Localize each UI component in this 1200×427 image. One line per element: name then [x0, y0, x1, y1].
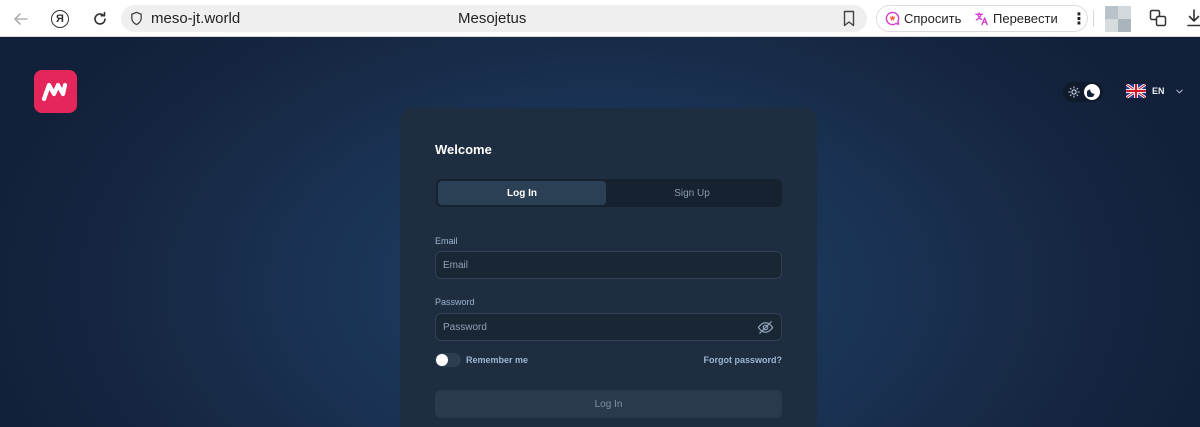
language-code: EN	[1152, 86, 1165, 96]
password-label: Password	[435, 297, 475, 307]
tab-title: Mesojetus	[458, 10, 527, 27]
translate-button[interactable]: Перевести	[974, 11, 1058, 26]
profile-avatar[interactable]	[1105, 6, 1131, 32]
more-vertical-icon: ⋮	[1071, 11, 1087, 28]
theme-toggle-knob	[1084, 84, 1100, 100]
download-icon[interactable]	[1186, 8, 1200, 28]
extensions-icon[interactable]	[1149, 9, 1167, 27]
toolbar-divider	[1093, 10, 1094, 27]
email-field[interactable]: Email	[435, 251, 782, 279]
page-background: EN Welcome Log In Sign Up Email Email Pa…	[0, 37, 1200, 427]
remember-me-switch[interactable]	[435, 353, 461, 367]
translate-icon	[975, 12, 988, 26]
email-placeholder: Email	[443, 260, 469, 271]
ask-button[interactable]: Спросить	[885, 11, 961, 26]
language-selector[interactable]: EN	[1126, 84, 1184, 98]
eye-off-icon[interactable]	[757, 319, 774, 336]
moon-icon	[1087, 89, 1095, 97]
remember-me-label[interactable]: Remember me	[466, 355, 528, 365]
arrow-left-icon	[14, 13, 28, 25]
bookmark-icon[interactable]	[841, 10, 857, 27]
ask-label: Спросить	[904, 11, 962, 26]
address-bar[interactable]: meso-jt.world Mesojetus	[121, 5, 867, 32]
card-title: Welcome	[435, 142, 492, 157]
log-in-button[interactable]: Log In	[435, 390, 782, 418]
tab-sign-up[interactable]: Sign Up	[608, 181, 776, 205]
reload-button[interactable]	[88, 7, 112, 31]
alice-chat-icon	[885, 11, 900, 26]
back-button[interactable]	[9, 7, 33, 31]
yandex-button[interactable]: Я	[48, 7, 72, 31]
chevron-down-icon	[1175, 89, 1183, 93]
browser-toolbar: Я meso-jt.world Mesojetus Спросить Перев…	[0, 0, 1200, 37]
password-field[interactable]: Password	[435, 313, 782, 341]
yandex-icon: Я	[51, 10, 69, 28]
tab-log-in[interactable]: Log In	[438, 181, 606, 205]
shield-icon[interactable]	[129, 11, 144, 26]
translate-label: Перевести	[993, 11, 1058, 26]
logo-mark	[41, 82, 67, 101]
uk-flag-icon	[1126, 84, 1146, 98]
forgot-password-link[interactable]: Forgot password?	[704, 355, 783, 365]
login-card: Welcome Log In Sign Up Email Email Passw…	[400, 108, 817, 427]
theme-toggle[interactable]	[1063, 82, 1103, 102]
email-label: Email	[435, 236, 458, 246]
reload-icon	[94, 11, 106, 25]
sun-icon	[1068, 86, 1080, 98]
auth-tabs: Log In Sign Up	[436, 179, 782, 207]
more-button[interactable]: ⋮	[1071, 9, 1087, 29]
switch-knob	[436, 354, 448, 366]
mesojetus-logo-icon[interactable]	[34, 70, 77, 113]
password-placeholder: Password	[443, 322, 487, 333]
ai-actions-bar: Спросить Перевести ⋮	[876, 5, 1088, 32]
url-text[interactable]: meso-jt.world	[151, 10, 240, 27]
